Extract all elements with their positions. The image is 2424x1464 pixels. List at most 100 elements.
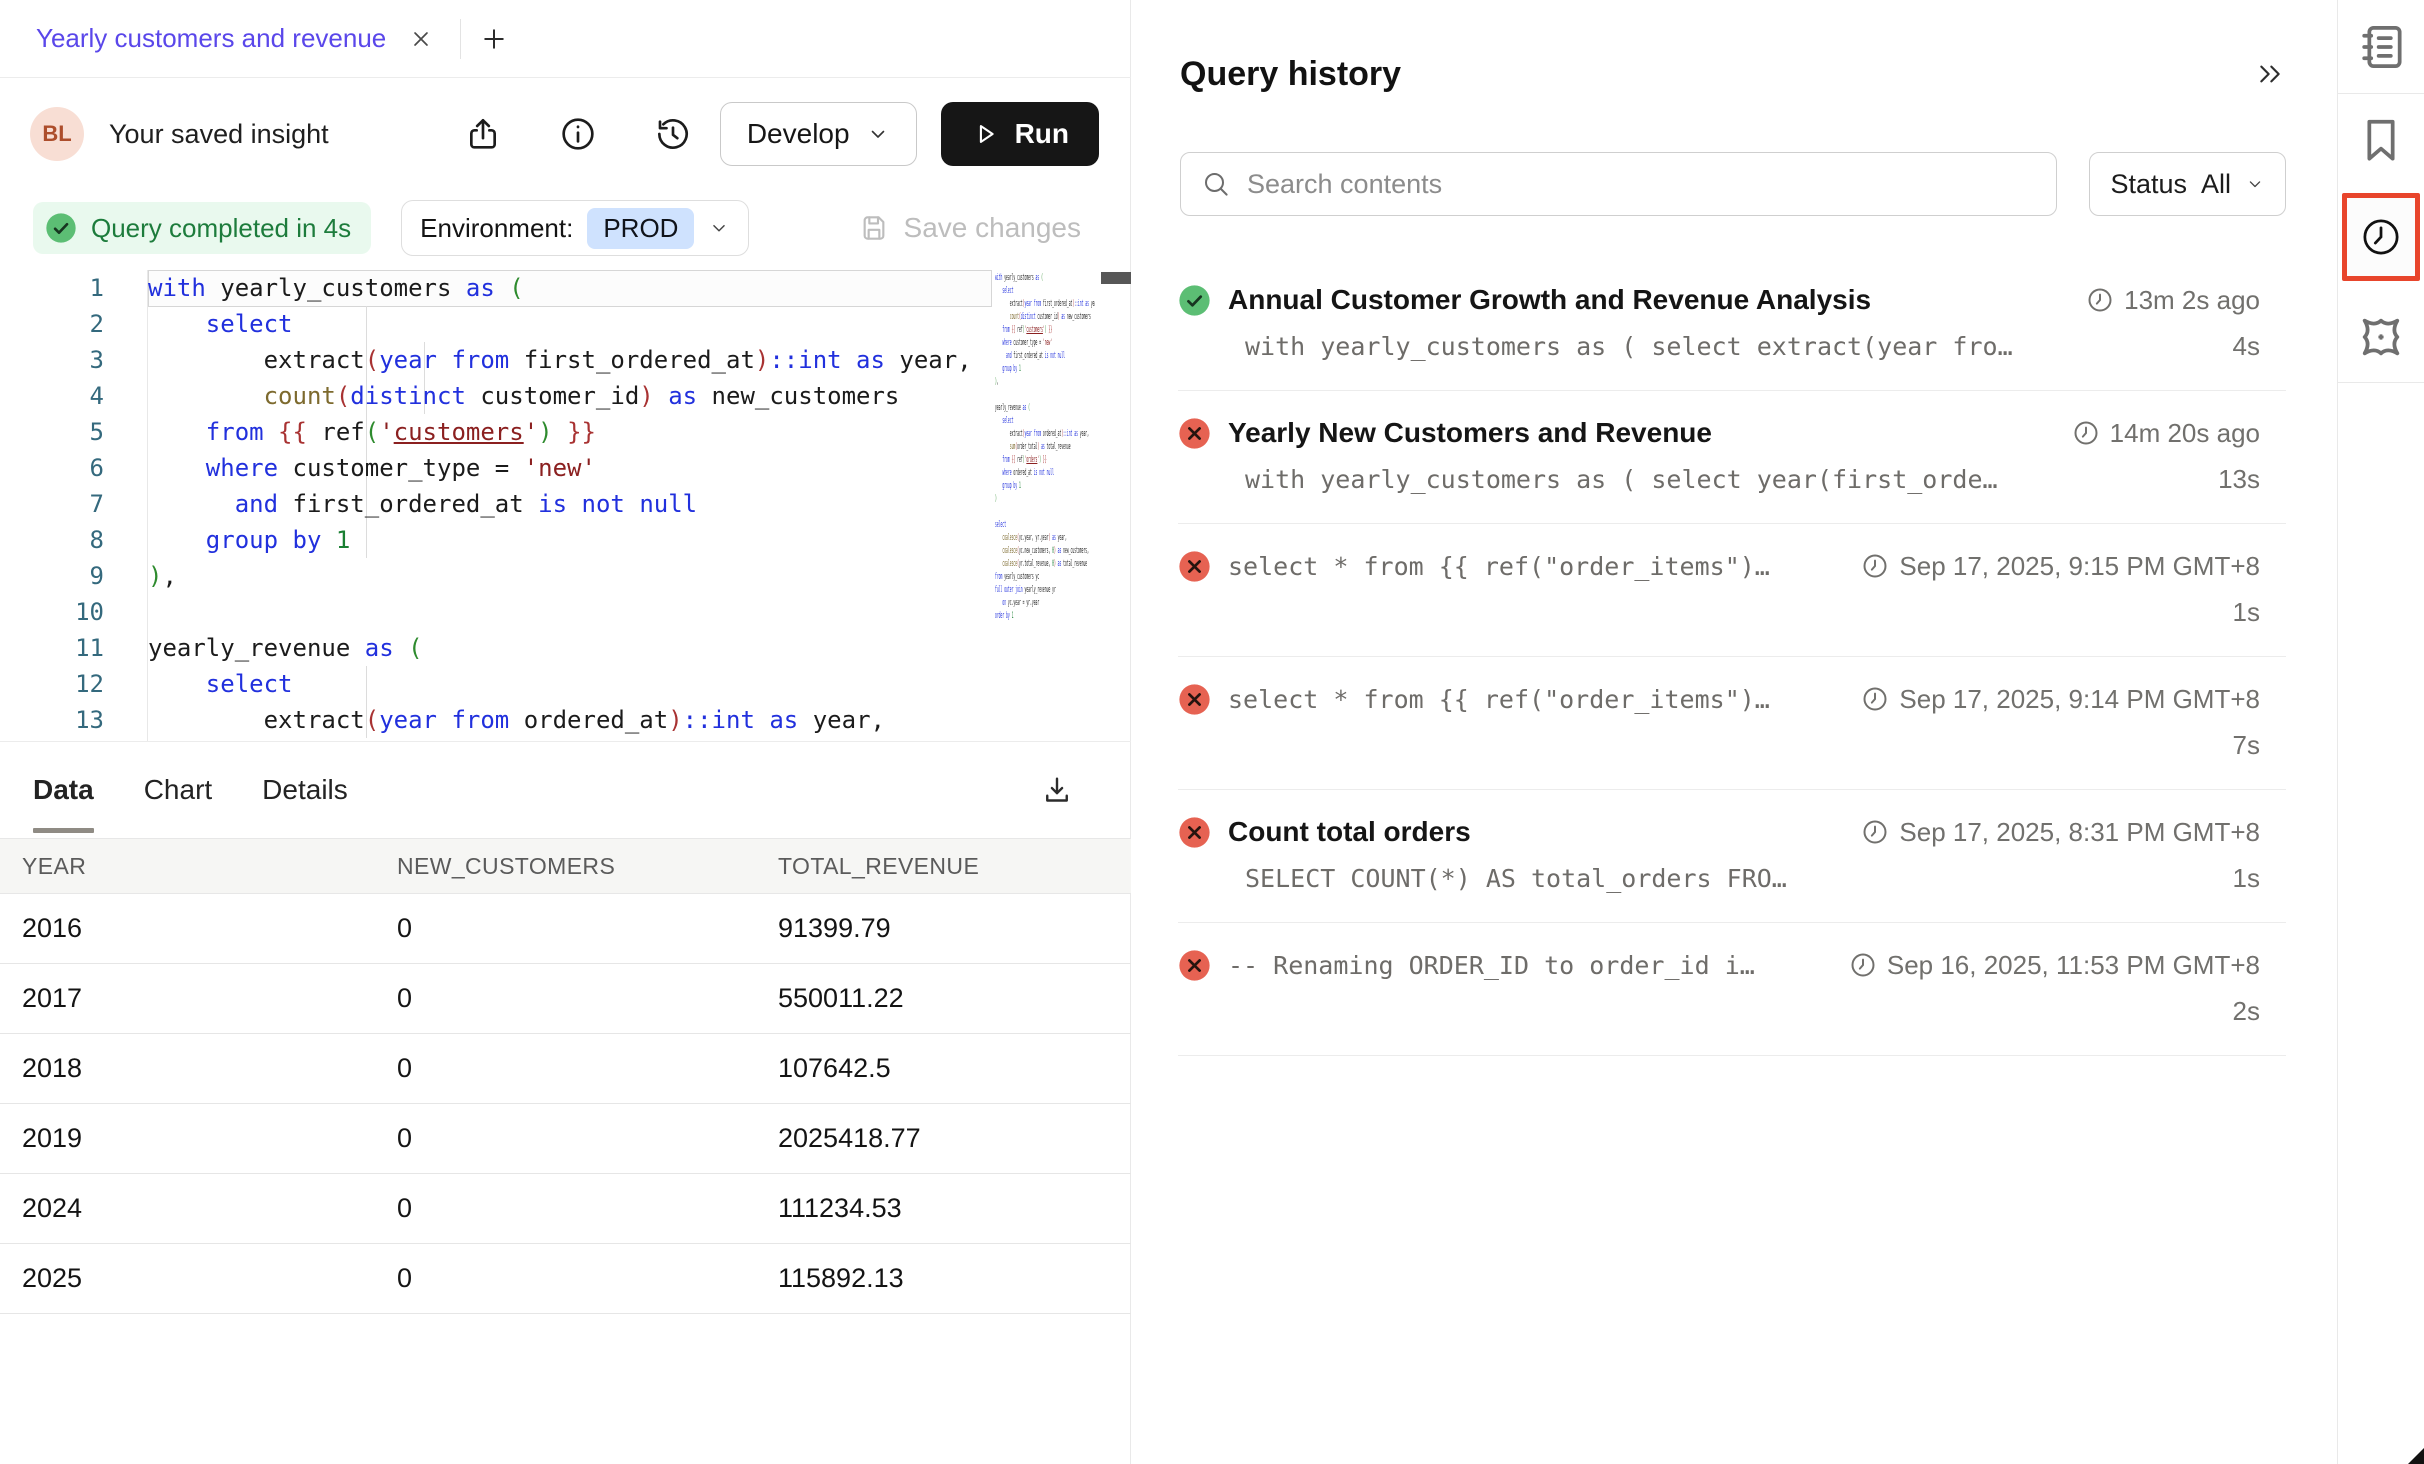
code-line[interactable]: select — [148, 666, 995, 702]
code-line[interactable]: select — [148, 306, 995, 342]
status-filter-dropdown[interactable]: Status All — [2089, 152, 2286, 216]
code-line[interactable]: where customer_type = 'new' — [148, 450, 995, 486]
query-status-badge: Query completed in 4s — [33, 202, 371, 254]
tab-divider — [460, 19, 461, 59]
code-line[interactable]: group by 1 — [148, 522, 995, 558]
table-cell: 91399.79 — [778, 913, 1131, 944]
code-line[interactable]: count(distinct customer_id) as new_custo… — [148, 378, 995, 414]
results-tab-chart[interactable]: Chart — [144, 742, 212, 838]
code-line[interactable]: extract(year from first_ordered_at)::int… — [148, 342, 995, 378]
line-number: 11 — [0, 630, 147, 666]
code-line[interactable] — [148, 594, 995, 630]
error-icon — [1178, 949, 1211, 982]
tab-yearly-customers-and-revenue[interactable]: Yearly customers and revenue — [0, 0, 434, 78]
environment-label: Environment: — [420, 213, 573, 244]
code-line[interactable]: ), — [148, 558, 995, 594]
code-line[interactable]: extract(year from ordered_at)::int as ye… — [148, 702, 995, 738]
line-number: 1 — [0, 270, 147, 306]
history-item-title: Yearly New Customers and Revenue — [1228, 417, 1712, 448]
clock-icon — [2072, 419, 2100, 447]
close-icon[interactable] — [408, 26, 434, 52]
run-label: Run — [1015, 118, 1069, 150]
lineage-icon — [2353, 309, 2409, 365]
table-row: 2016091399.79 — [0, 894, 1131, 964]
search-input[interactable] — [1247, 169, 2036, 200]
history-item[interactable]: select * from {{ ref("order_items")…Sep … — [1178, 524, 2286, 657]
status-filter-value: All — [2201, 169, 2231, 200]
environment-selector[interactable]: Environment: PROD — [401, 200, 749, 256]
notebook-button[interactable] — [2353, 19, 2409, 75]
clock-icon — [2086, 286, 2114, 314]
chevron-down-icon — [2245, 174, 2265, 194]
results-tab-bar: Data Chart Details — [0, 742, 1131, 838]
history-item[interactable]: -- Renaming ORDER_ID to order_id i…Sep 1… — [1178, 923, 2286, 1056]
resize-corner — [2408, 1448, 2424, 1464]
code-line[interactable]: from {{ ref('customers') }} — [148, 414, 995, 450]
lineage-button[interactable] — [2353, 309, 2409, 365]
table-cell: 2019 — [22, 1123, 397, 1154]
column-header[interactable]: YEAR — [22, 853, 397, 880]
sql-editor[interactable]: 1234567891011121314151617181920212223242… — [0, 266, 1131, 741]
table-row: 20180107642.5 — [0, 1034, 1131, 1104]
develop-label: Develop — [747, 118, 850, 150]
history-clock-button[interactable] — [2342, 193, 2420, 281]
code-area[interactable]: with yearly_customers as ( select extrac… — [148, 270, 995, 741]
collapse-panel-icon[interactable] — [2254, 58, 2286, 90]
clock-icon — [1861, 685, 1889, 713]
chevron-down-icon — [708, 217, 730, 239]
success-icon — [1178, 284, 1211, 317]
editor-minimap[interactable]: with yearly_customers as ( select extrac… — [995, 272, 1095, 652]
new-tab-button[interactable] — [479, 24, 509, 54]
info-icon[interactable] — [558, 114, 598, 154]
check-circle-icon — [45, 212, 77, 244]
status-filter-label: Status — [2110, 169, 2187, 200]
history-item[interactable]: Annual Customer Growth and Revenue Analy… — [1178, 258, 2286, 391]
table-header: YEARNEW_CUSTOMERSTOTAL_REVENUE — [0, 838, 1131, 894]
history-item[interactable]: select * from {{ ref("order_items")…Sep … — [1178, 657, 2286, 790]
tab-bar: Yearly customers and revenue — [0, 0, 1131, 78]
table-cell: 2017 — [22, 983, 397, 1014]
code-line[interactable]: with yearly_customers as ( — [148, 270, 995, 306]
code-line[interactable]: and first_ordered_at is not null — [148, 486, 995, 522]
column-header[interactable]: NEW_CUSTOMERS — [397, 853, 778, 880]
bookmark-button[interactable] — [2353, 112, 2409, 168]
environment-value-badge: PROD — [587, 208, 694, 249]
history-item[interactable]: Yearly New Customers and Revenue14m 20s … — [1178, 391, 2286, 524]
develop-button[interactable]: Develop — [720, 102, 917, 166]
version-history-icon[interactable] — [653, 114, 693, 154]
table-cell: 0 — [397, 1123, 778, 1154]
editor-scrollbar-thumb[interactable] — [1101, 272, 1131, 284]
download-icon[interactable] — [1039, 772, 1075, 808]
line-number: 12 — [0, 666, 147, 702]
line-number: 4 — [0, 378, 147, 414]
share-icon[interactable] — [463, 114, 503, 154]
results-tab-data[interactable]: Data — [33, 742, 94, 838]
search-box[interactable] — [1180, 152, 2057, 216]
right-side-toolbar — [2337, 0, 2424, 1464]
line-number: 7 — [0, 486, 147, 522]
history-item-time: Sep 17, 2025, 9:14 PM GMT+8 — [1861, 684, 2286, 715]
table-cell: 2016 — [22, 913, 397, 944]
save-changes-button[interactable]: Save changes — [858, 212, 1081, 244]
code-line[interactable]: sum(order_total) as total_revenue — [148, 738, 995, 741]
code-line[interactable]: yearly_revenue as ( — [148, 630, 995, 666]
chevron-down-icon — [866, 122, 890, 146]
table-cell: 0 — [397, 1053, 778, 1084]
avatar: BL — [30, 107, 84, 161]
history-item-query: -- Renaming ORDER_ID to order_id i… — [1228, 951, 1755, 980]
line-number: 3 — [0, 342, 147, 378]
query-status-text: Query completed in 4s — [91, 213, 351, 244]
save-changes-label: Save changes — [904, 212, 1081, 244]
history-clock-icon — [2347, 198, 2415, 276]
table-cell: 2025 — [22, 1263, 397, 1294]
history-item-time: Sep 17, 2025, 8:31 PM GMT+8 — [1861, 817, 2286, 848]
run-button[interactable]: Run — [941, 102, 1099, 166]
results-tab-details[interactable]: Details — [262, 742, 348, 838]
history-item[interactable]: Count total ordersSep 17, 2025, 8:31 PM … — [1178, 790, 2286, 923]
column-header[interactable]: TOTAL_REVENUE — [778, 853, 1131, 880]
history-item-duration: 2s — [2233, 996, 2286, 1027]
line-number: 8 — [0, 522, 147, 558]
tab-title: Yearly customers and revenue — [36, 23, 386, 54]
history-item-time: 13m 2s ago — [2086, 285, 2286, 316]
bookmark-icon — [2353, 112, 2409, 168]
